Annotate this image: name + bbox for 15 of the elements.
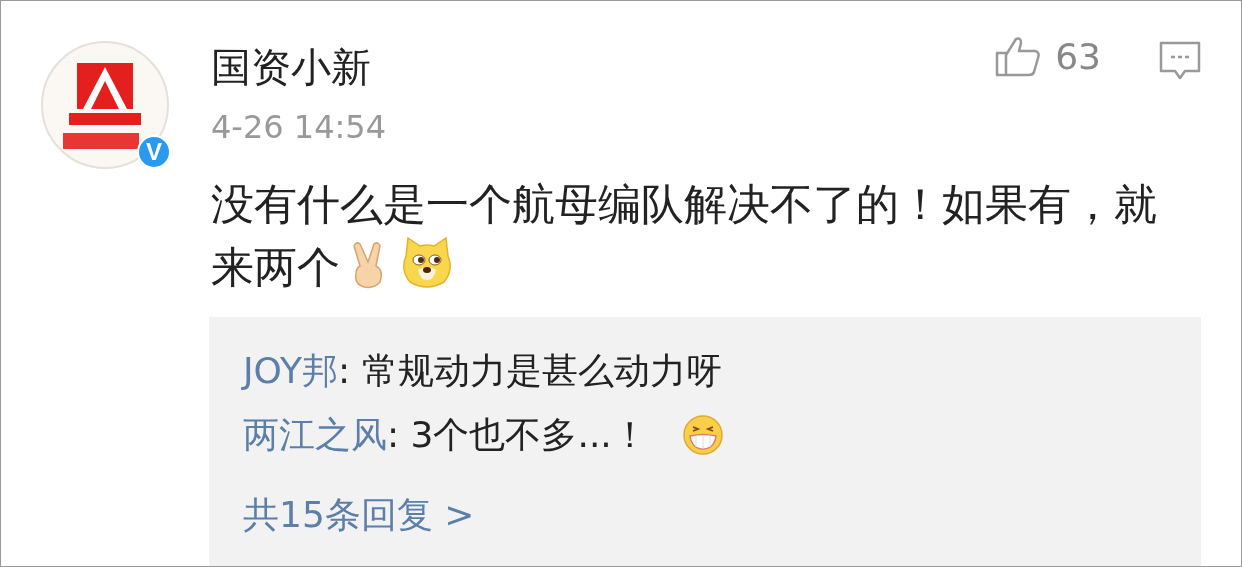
reply-text: 两江之风: 3个也不多...！ <box>243 413 648 457</box>
reply-author-link[interactable]: JOY邦 <box>243 350 338 391</box>
reply-author-link[interactable]: 两江之风 <box>243 414 387 455</box>
post-text: 没有什么是一个航母编队解决不了的！如果有，就 <box>211 178 1157 231</box>
avatar-icon[interactable] <box>41 41 169 169</box>
reply-text: JOY邦: 常规动力是甚么动力呀 <box>243 349 722 393</box>
dog-face-icon <box>400 236 454 290</box>
comment-icon[interactable] <box>1159 41 1201 81</box>
more-replies-link[interactable]: 共15条回复 > <box>243 483 475 547</box>
post-time: 4-26 14:54 <box>211 107 387 147</box>
post-text: 来两个 <box>211 242 340 292</box>
like-count: 63 <box>1055 35 1101 77</box>
thumbs-up-icon[interactable] <box>995 35 1042 77</box>
author-name[interactable]: 国资小新 <box>211 41 996 93</box>
verified-badge: V <box>137 135 171 169</box>
